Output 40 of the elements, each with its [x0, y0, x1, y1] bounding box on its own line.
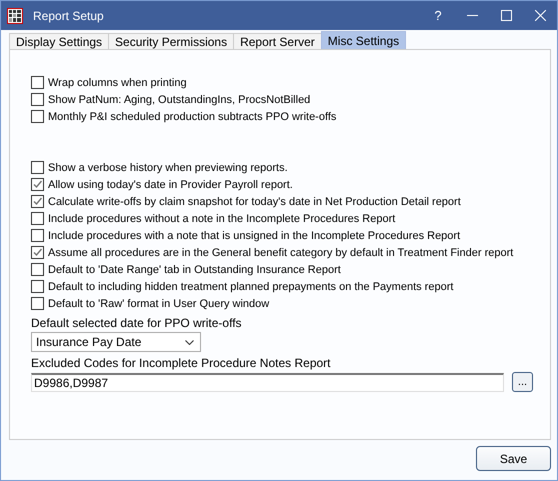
checkbox-label: Include procedures without a note in the Incomplete Procedures Report: [48, 212, 396, 224]
checkbox[interactable]: [31, 212, 44, 225]
help-button[interactable]: ?: [421, 1, 455, 30]
tab[interactable]: Report Server: [233, 33, 322, 49]
chevron-down-icon: [185, 340, 194, 344]
checkbox[interactable]: [31, 263, 44, 276]
checkbox[interactable]: [31, 195, 44, 208]
maximize-icon: [500, 10, 512, 21]
checkbox[interactable]: [31, 178, 44, 191]
checkbox[interactable]: [31, 93, 44, 106]
checkbox-label: Assume all procedures are in the General benefit category by default in Treatment Finder report: [48, 246, 514, 258]
checkbox-label: Include procedures with a note that is unsigned in the Incomplete Procedures Report: [48, 230, 460, 242]
checkbox-label: Allow using today's date in Provider Payroll report.: [48, 178, 293, 190]
checkbox[interactable]: [31, 76, 44, 89]
close-icon: [534, 10, 546, 21]
checkbox-label: Default to 'Date Range' tab in Outstanding Insurance Report: [48, 264, 341, 276]
checkbox-label: Default to including hidden treatment planned prepayments on the Payments report: [48, 280, 454, 292]
tab[interactable]: Display Settings: [9, 33, 110, 49]
checkbox-label: Calculate write-offs by claim snapshot for today's date in Net Production Detail report: [48, 196, 461, 208]
checkbox[interactable]: [31, 297, 44, 310]
checkbox[interactable]: [31, 246, 44, 259]
browse-button[interactable]: ...: [512, 372, 533, 392]
save-button[interactable]: Save: [476, 446, 551, 471]
checkbox[interactable]: [31, 280, 44, 293]
window-title: Report Setup: [33, 8, 105, 22]
codes-field[interactable]: D9986,D9987: [31, 372, 504, 392]
app-icon: [7, 8, 23, 24]
tab[interactable]: Security Permissions: [108, 33, 234, 49]
tab[interactable]: Misc Settings: [320, 31, 406, 49]
checkbox[interactable]: [31, 161, 44, 174]
checkbox-label: Show PatNum: Aging, OutstandingIns, ProcsNotBilled: [48, 94, 310, 106]
field-label: Excluded Codes for Incomplete Procedure Notes Report: [31, 354, 332, 371]
checkbox[interactable]: [31, 110, 44, 123]
checkbox-label: Show a verbose history when previewing reports.: [48, 162, 288, 174]
date-dropdown[interactable]: Insurance Pay Date: [31, 332, 201, 352]
checkbox-label: Monthly P&I scheduled production subtracts PPO write-offs: [48, 110, 336, 122]
checkbox[interactable]: [31, 229, 44, 242]
checkbox-label: Wrap columns when printing: [48, 76, 187, 88]
checkbox-label: Default to 'Raw' format in User Query window: [48, 298, 270, 310]
field-label: Default selected date for PPO write-offs: [31, 314, 243, 331]
